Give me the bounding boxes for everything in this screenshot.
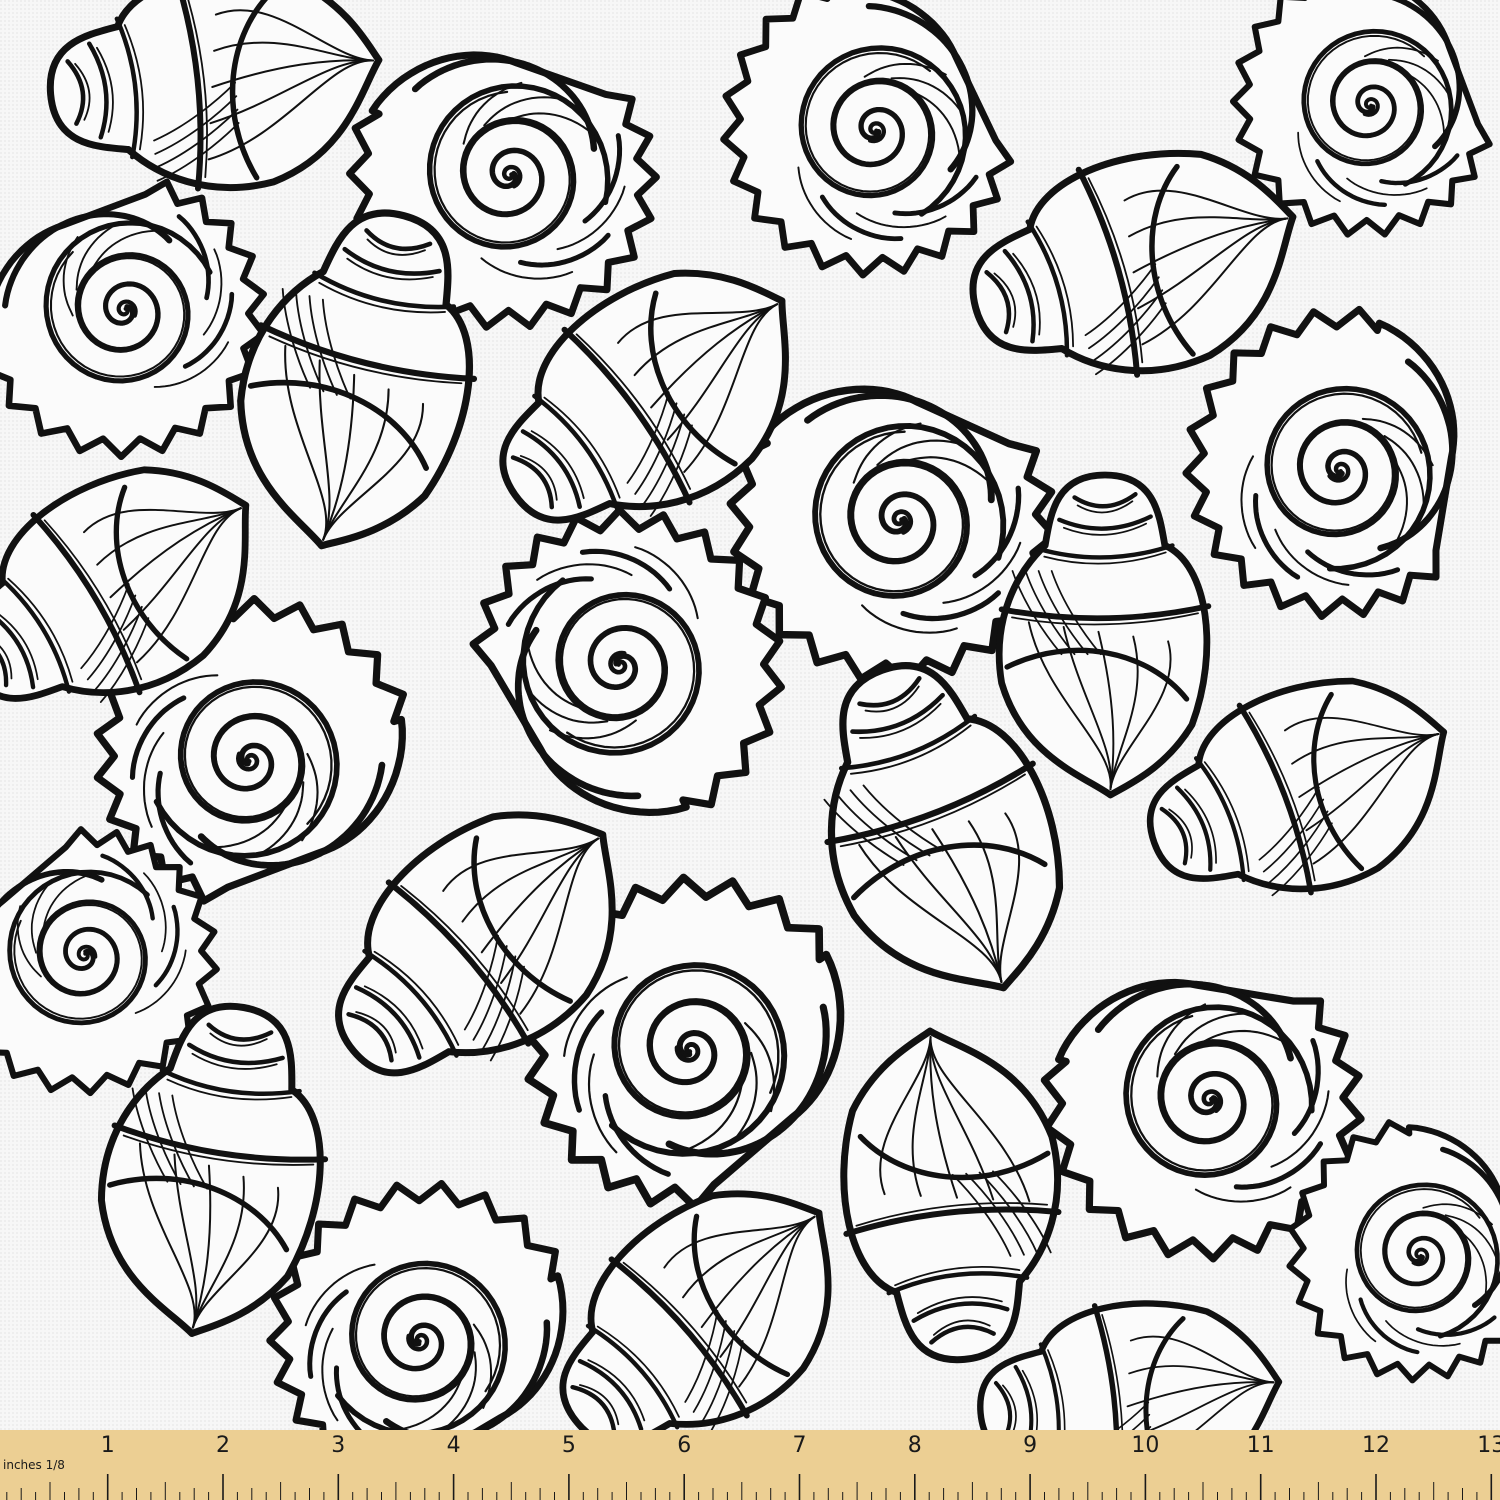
ruler-number: 3 [331, 1433, 345, 1458]
ruler-number: 6 [677, 1433, 691, 1458]
seashell-pattern [0, 0, 1500, 1430]
ruler-number: 11 [1247, 1433, 1275, 1458]
ruler-number: 4 [447, 1433, 461, 1458]
measuring-ruler: 1 2 3 4 5 6 7 8 9 10 11 12 13 inches 1/8 [0, 1430, 1500, 1500]
ruler-number: 5 [562, 1433, 576, 1458]
ruler-number: 10 [1131, 1433, 1159, 1458]
ruler-unit-label: inches 1/8 [3, 1458, 65, 1472]
ruler-number: 9 [1023, 1433, 1037, 1458]
ruler-number: 12 [1362, 1433, 1390, 1458]
ruler-number: 2 [216, 1433, 230, 1458]
ruler-number: 7 [793, 1433, 807, 1458]
ruler-number: 8 [908, 1433, 922, 1458]
ruler-number: 13 [1477, 1433, 1500, 1458]
ruler-number: 1 [101, 1433, 115, 1458]
